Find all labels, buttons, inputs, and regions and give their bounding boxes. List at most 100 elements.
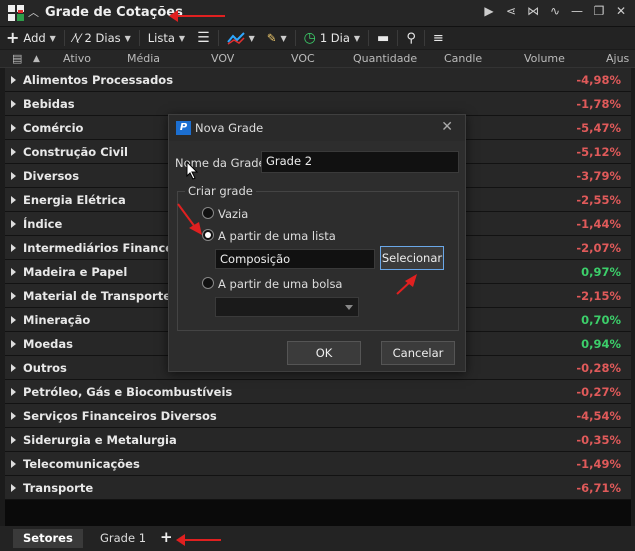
divider — [138, 30, 140, 46]
sector-change: -6,71% — [576, 481, 621, 495]
annotation-arrow — [183, 539, 221, 541]
expand-arrow-icon[interactable] — [11, 268, 16, 276]
expand-arrow-icon[interactable] — [11, 124, 16, 132]
select-button[interactable]: Selecionar — [380, 246, 444, 270]
sector-change: -3,79% — [576, 169, 621, 183]
sector-row[interactable]: Alimentos Processados -4,98% — [5, 68, 631, 92]
list-icon: ☰ — [197, 30, 210, 46]
grid-name-input[interactable]: Grade 2 — [261, 151, 459, 173]
expand-arrow-icon[interactable] — [11, 460, 16, 468]
expand-arrow-icon[interactable] — [11, 76, 16, 84]
grid-toggle-icon[interactable]: ▤ — [12, 52, 22, 65]
chevron-down-icon: ▼ — [178, 33, 186, 43]
column-vov[interactable]: VOV — [211, 52, 234, 65]
expand-arrow-icon[interactable] — [11, 388, 16, 396]
dialog-title-bar: P Nova Grade ✕ — [169, 115, 465, 141]
exchange-select[interactable] — [215, 297, 359, 317]
expand-arrow-icon[interactable] — [11, 172, 16, 180]
add-label: Add — [23, 31, 46, 45]
folder-button[interactable]: ▬ — [371, 27, 395, 49]
expand-arrow-icon[interactable] — [11, 340, 16, 348]
radio-from-list-label[interactable]: A partir de uma lista — [218, 229, 336, 243]
sector-name: Moedas — [23, 337, 73, 351]
column-candle[interactable]: Candle — [444, 52, 482, 65]
sector-change: 0,70% — [581, 313, 621, 327]
sector-row[interactable]: Petróleo, Gás e Biocombustíveis -0,27% — [5, 380, 631, 404]
chart-icon[interactable]: ∿ — [549, 4, 561, 18]
expand-arrow-icon[interactable] — [11, 220, 16, 228]
brush-icon: ✎ — [266, 31, 277, 45]
sector-row[interactable]: Transporte -6,71% — [5, 476, 631, 500]
expand-arrow-icon[interactable] — [11, 100, 16, 108]
sector-name: Madeira e Papel — [23, 265, 128, 279]
line-chart-icon: ⁄\⁄ — [72, 31, 81, 45]
divider — [217, 30, 219, 46]
add-button[interactable]: + Add ▼ — [0, 27, 62, 49]
settings-button[interactable]: ≡ — [427, 27, 450, 49]
divider — [397, 30, 399, 46]
search-button[interactable]: ⚲ — [400, 27, 422, 49]
close-icon[interactable]: ✕ — [615, 4, 627, 18]
link-icon[interactable]: ⋈ — [527, 4, 539, 18]
expand-arrow-icon[interactable] — [11, 244, 16, 252]
add-tab-button[interactable]: + — [160, 528, 173, 546]
tab-setores[interactable]: Setores — [13, 529, 83, 548]
expand-arrow-icon[interactable] — [11, 484, 16, 492]
tab-grade-1[interactable]: Grade 1 — [90, 529, 156, 548]
column-volume[interactable]: Volume — [524, 52, 565, 65]
indicator-button[interactable]: ▼ — [221, 27, 261, 49]
column-ajus[interactable]: Ajus — [606, 52, 629, 65]
expand-arrow-icon[interactable] — [11, 364, 16, 372]
sector-row[interactable]: Siderurgia e Metalurgia -0,35% — [5, 428, 631, 452]
sector-change: -1,78% — [576, 97, 621, 111]
close-icon[interactable]: ✕ — [441, 119, 453, 135]
radio-empty-label[interactable]: Vazia — [218, 207, 248, 221]
sector-change: -4,98% — [576, 73, 621, 87]
list-view-button[interactable]: ☰ — [191, 27, 216, 49]
expand-arrow-icon[interactable] — [11, 196, 16, 204]
period-dropdown[interactable]: ⁄\⁄ 2 Dias ▼ — [67, 27, 137, 49]
maximize-icon[interactable]: ❐ — [593, 4, 605, 18]
drawing-tools-button[interactable]: ✎ ▼ — [261, 27, 293, 49]
column-voc[interactable]: VOC — [291, 52, 315, 65]
column-ativo[interactable]: Ativo — [63, 52, 91, 65]
column-media[interactable]: Média — [127, 52, 160, 65]
annotation-arrow — [177, 203, 202, 235]
interval-dropdown[interactable]: ◷ 1 Dia ▼ — [298, 27, 366, 49]
radio-from-exchange-label[interactable]: A partir de uma bolsa — [218, 277, 342, 291]
ok-button[interactable]: OK — [287, 341, 361, 365]
annotation-arrow — [175, 15, 225, 17]
list-input[interactable]: Composição — [215, 249, 375, 269]
sector-name: Telecomunicações — [23, 457, 140, 471]
column-quantidade[interactable]: Quantidade — [353, 52, 417, 65]
sector-name: Serviços Financeiros Diversos — [23, 409, 217, 423]
sector-change: 0,94% — [581, 337, 621, 351]
sort-up-icon[interactable]: ▲ — [33, 54, 40, 64]
minimize-icon[interactable]: — — [571, 4, 583, 18]
new-grid-dialog: P Nova Grade ✕ Nome da Grade: Grade 2 Cr… — [168, 114, 466, 372]
sector-name: Petróleo, Gás e Biocombustíveis — [23, 385, 233, 399]
sector-row[interactable]: Serviços Financeiros Diversos -4,54% — [5, 404, 631, 428]
share-icon[interactable]: ⋖ — [505, 4, 517, 18]
list-dropdown[interactable]: Lista ▼ — [142, 27, 191, 49]
expand-arrow-icon[interactable] — [11, 436, 16, 444]
dialog-logo-icon: P — [176, 121, 191, 135]
sector-change: -1,44% — [576, 217, 621, 231]
expand-arrow-icon[interactable] — [11, 316, 16, 324]
sector-name: Outros — [23, 361, 67, 375]
collapse-caret-icon[interactable]: ︿ — [28, 4, 39, 20]
cancel-button[interactable]: Cancelar — [381, 341, 455, 365]
expand-arrow-icon[interactable] — [11, 148, 16, 156]
sector-change: -5,12% — [576, 145, 621, 159]
toolbar: + Add ▼ ⁄\⁄ 2 Dias ▼ Lista ▼ ☰ ▼ ✎ ▼ ◷ 1… — [0, 27, 635, 49]
sector-row[interactable]: Telecomunicações -1,49% — [5, 452, 631, 476]
search-icon: ⚲ — [406, 30, 416, 46]
sector-name: Alimentos Processados — [23, 73, 174, 87]
sector-row[interactable]: Bebidas -1,78% — [5, 92, 631, 116]
sector-name: Diversos — [23, 169, 80, 183]
expand-arrow-icon[interactable] — [11, 412, 16, 420]
sector-change: -2,07% — [576, 241, 621, 255]
expand-arrow-icon[interactable] — [11, 292, 16, 300]
radio-from-exchange[interactable] — [202, 277, 214, 289]
youtube-icon[interactable]: ▶ — [483, 4, 495, 18]
